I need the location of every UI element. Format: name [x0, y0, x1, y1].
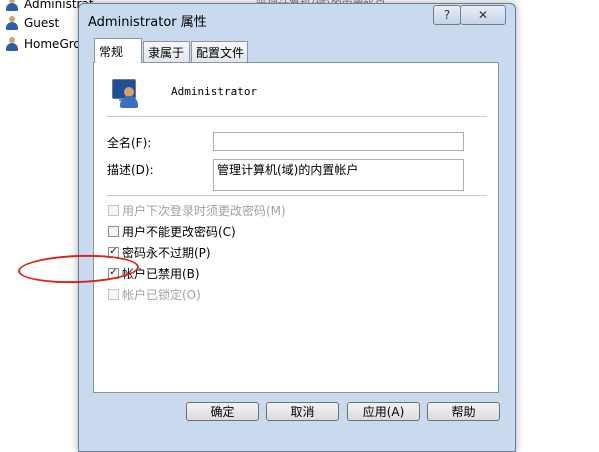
list-item-label: Guest: [24, 16, 60, 30]
cannot-change-password-checkbox[interactable]: 用户不能更改密码(C): [108, 222, 236, 240]
help-button[interactable]: 帮助: [427, 402, 500, 421]
tab-profile[interactable]: 配置文件: [191, 41, 248, 62]
password-never-expires-checkbox[interactable]: ✓ 密码永不过期(P): [108, 243, 211, 261]
checkbox-box: [108, 288, 119, 300]
tab-general[interactable]: 常规: [94, 38, 142, 63]
full-name-field[interactable]: [213, 132, 464, 151]
checkbox-box[interactable]: [108, 225, 119, 237]
user-icon: [4, 0, 20, 12]
checkbox-label: 帐户已禁用(B): [122, 266, 200, 281]
checkbox-label: 用户不能更改密码(C): [122, 224, 236, 239]
button-label: 应用(A): [362, 405, 405, 419]
checkbox-label: 用户下次登录时须更改密码(M): [122, 203, 286, 218]
tab-label: 隶属于: [148, 45, 185, 60]
description-label: 描述(D):: [107, 163, 154, 177]
user-icon: [4, 15, 20, 31]
button-label: 确定: [210, 405, 235, 419]
description-field[interactable]: 管理计算机(域)的内置帐户: [213, 159, 464, 191]
general-tab-panel: Administrator 全名(F): 描述(D): 管理计算机(域)的内置帐…: [93, 62, 499, 393]
checkbox-box: [108, 204, 119, 216]
close-button[interactable]: ✕: [460, 5, 506, 25]
tab-label: 常规: [99, 44, 124, 59]
tab-label: 配置文件: [196, 45, 245, 60]
dialog-title: Administrator 属性: [88, 15, 207, 30]
button-label: 取消: [290, 405, 315, 419]
divider: [107, 195, 487, 196]
divider: [107, 116, 487, 117]
properties-dialog: Administrator 属性 ? ✕ 常规 隶属于 配置文件 Adminis…: [78, 3, 516, 452]
checkmark-icon[interactable]: ✓: [108, 246, 119, 258]
close-icon: ✕: [477, 8, 489, 22]
list-item[interactable]: Guest: [4, 13, 59, 33]
checkmark-icon[interactable]: ✓: [108, 267, 119, 279]
account-disabled-checkbox[interactable]: ✓ 帐户已禁用(B): [108, 264, 200, 282]
full-name-label: 全名(F):: [107, 136, 152, 150]
button-label: 帮助: [451, 405, 476, 419]
cancel-button[interactable]: 取消: [266, 402, 339, 421]
help-title-button[interactable]: ?: [433, 5, 461, 25]
ok-button[interactable]: 确定: [186, 402, 259, 421]
list-item-label: HomeGro: [24, 37, 81, 51]
username-label: Administrator: [171, 85, 258, 98]
checkbox-label: 帐户已锁定(O): [122, 287, 201, 302]
apply-button[interactable]: 应用(A): [347, 402, 420, 421]
list-item[interactable]: HomeGro: [4, 34, 81, 54]
tab-member-of[interactable]: 隶属于: [143, 41, 190, 62]
must-change-password-checkbox: 用户下次登录时须更改密码(M): [108, 201, 286, 219]
question-icon: ?: [443, 8, 451, 22]
user-account-icon: [109, 77, 141, 109]
checkbox-label: 密码永不过期(P): [122, 245, 211, 260]
user-icon: [4, 36, 20, 52]
account-locked-checkbox: 帐户已锁定(O): [108, 285, 201, 303]
